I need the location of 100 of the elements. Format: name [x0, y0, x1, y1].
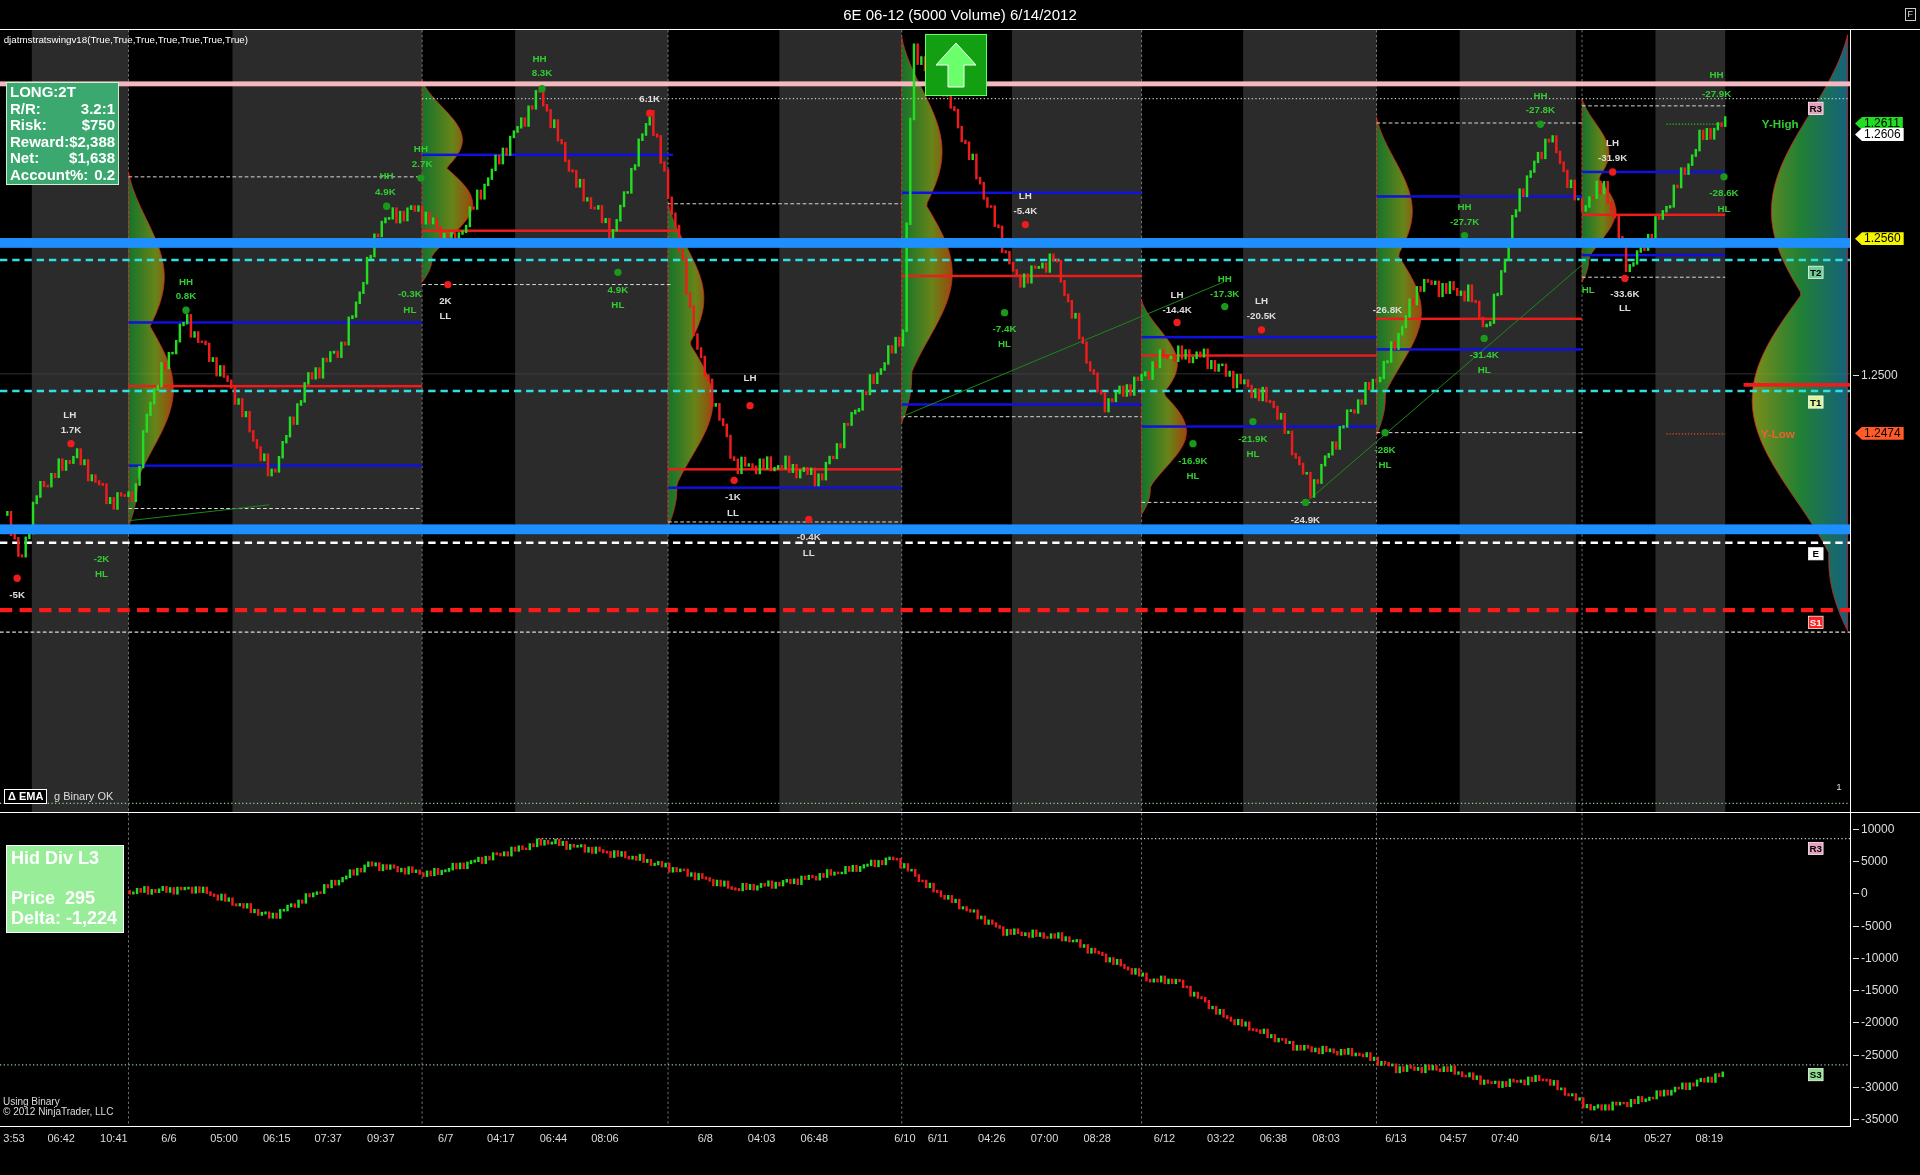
swing-label: -16.9K: [1178, 455, 1208, 467]
delta-tick: -35000: [1853, 1113, 1899, 1127]
position-label: Risk:: [10, 117, 47, 134]
time-label: 04:26: [978, 1132, 1006, 1144]
delta-tick: -30000: [1853, 1080, 1899, 1094]
swing-label: HL: [403, 303, 417, 315]
level-marker: E: [1808, 547, 1824, 561]
swing-label: -7.4K: [992, 323, 1017, 335]
price-tag: 1.2606: [1855, 128, 1904, 142]
corner-label[interactable]: F: [1904, 8, 1916, 21]
position-label: Reward:: [10, 133, 70, 150]
time-label: 6/6: [161, 1132, 177, 1144]
level-label: Y-Low: [1760, 426, 1795, 440]
swing-label: -27.7K: [1449, 215, 1480, 227]
swing-label: LH: [1254, 295, 1268, 307]
swing-label: -2K: [93, 553, 110, 565]
position-value: 3.2:1: [80, 100, 115, 117]
swing-label: -31.4K: [1469, 348, 1499, 360]
swing-label: LL: [726, 506, 739, 518]
time-label: 6/7: [438, 1132, 454, 1144]
position-value: 0.2: [94, 166, 115, 183]
position-value: $2,388: [69, 133, 116, 150]
delta-tick: -15000: [1853, 984, 1899, 998]
delta-tick: 5000: [1853, 855, 1888, 869]
time-label: 06:38: [1259, 1132, 1288, 1144]
delta-tick: 10000: [1853, 822, 1895, 836]
swing-label: -0.3K: [397, 287, 422, 299]
delta-tick: -20000: [1853, 1016, 1899, 1030]
divergence-line: Price 295: [11, 888, 97, 908]
time-label: 04:17: [487, 1132, 515, 1144]
swing-label: HL: [1477, 363, 1491, 375]
swing-label: 6.1K: [639, 93, 660, 105]
swing-label: 4.9K: [375, 186, 396, 198]
position-value: $750: [81, 117, 115, 134]
level-marker: T1: [1808, 395, 1824, 409]
swing-label: LH: [1170, 289, 1184, 300]
swing-label: -20.5K: [1246, 309, 1277, 321]
time-label: 08:19: [1695, 1132, 1724, 1144]
swing-label: -5K: [9, 588, 25, 600]
time-label: 05:27: [1644, 1132, 1672, 1144]
swing-label: LH: [63, 408, 77, 420]
time-label: 06:42: [47, 1132, 75, 1144]
level-marker: S3: [1808, 1068, 1824, 1082]
swing-label: 1.7K: [60, 423, 82, 435]
swing-label: -1K: [725, 490, 741, 502]
time-label: 04:03: [747, 1132, 776, 1144]
price-tag: 1.2560: [1855, 232, 1904, 246]
window-title: 6E 06-12 (5000 Volume) 6/14/2012: [843, 6, 1077, 23]
time-label: 09:37: [367, 1132, 395, 1144]
time-label: 08:06: [591, 1132, 619, 1144]
position-label: Account%:: [10, 166, 89, 183]
time-label: 06:44: [539, 1132, 568, 1144]
delta-tick: -5000: [1853, 919, 1892, 933]
level-marker: R3: [1808, 841, 1824, 855]
time-label: 06:48: [800, 1132, 829, 1144]
position-value: $1,638: [69, 150, 115, 167]
delta-tick: 0: [1853, 887, 1868, 901]
swing-label: 4.9K: [607, 284, 629, 296]
time-label: 6/8: [697, 1132, 713, 1144]
swing-label: -17.3K: [1210, 287, 1240, 299]
time-label: 04:57: [1439, 1132, 1468, 1144]
swing-label: HL: [1378, 459, 1392, 471]
swing-label: HH: [532, 52, 547, 64]
price-tick: 1.2500: [1853, 369, 1898, 383]
swing-label: HH: [413, 143, 428, 155]
time-label: 06:15: [262, 1132, 291, 1144]
swing-label: HL: [1717, 203, 1731, 215]
swing-label: -14.4K: [1162, 303, 1192, 315]
swing-label: -28K: [1374, 444, 1396, 456]
swing-label: HH: [1217, 273, 1232, 285]
time-label: 08:28: [1083, 1132, 1111, 1144]
time-label: 07:40: [1491, 1132, 1519, 1144]
swing-label: -5.4K: [1013, 204, 1038, 216]
swing-label: HH: [178, 275, 194, 287]
swing-label: HL: [1246, 448, 1260, 460]
level-marker: T2: [1808, 265, 1824, 279]
swing-label: 0.8K: [175, 290, 197, 302]
swing-label: 2K: [439, 295, 452, 307]
time-label: 6/12: [1153, 1132, 1176, 1144]
level-label: Y-High: [1761, 116, 1799, 130]
time-label: 6/14: [1589, 1132, 1612, 1144]
swing-label: HL: [998, 337, 1012, 349]
swing-label: 8.3K: [531, 67, 553, 79]
swing-label: -33.6K: [1610, 287, 1640, 299]
swing-label: -27.9K: [1702, 87, 1732, 99]
swing-label: HH: [1457, 200, 1472, 212]
swing-label: LL: [802, 547, 815, 559]
time-label: 3:53: [3, 1132, 25, 1144]
status-text: g Binary OK: [54, 790, 114, 802]
swing-label: HL: [95, 568, 109, 580]
delta-tick: -10000: [1853, 951, 1899, 965]
swing-label: LH: [1606, 137, 1620, 149]
time-label: 07:00: [1030, 1132, 1059, 1144]
swing-label: LH: [743, 372, 757, 384]
level-marker: S1: [1808, 615, 1824, 629]
delta-tick: -25000: [1853, 1048, 1899, 1062]
swing-label: HL: [1186, 470, 1200, 482]
swing-label: LL: [1618, 302, 1631, 314]
time-label: 08:03: [1312, 1132, 1340, 1144]
swing-label: HH: [379, 170, 394, 182]
